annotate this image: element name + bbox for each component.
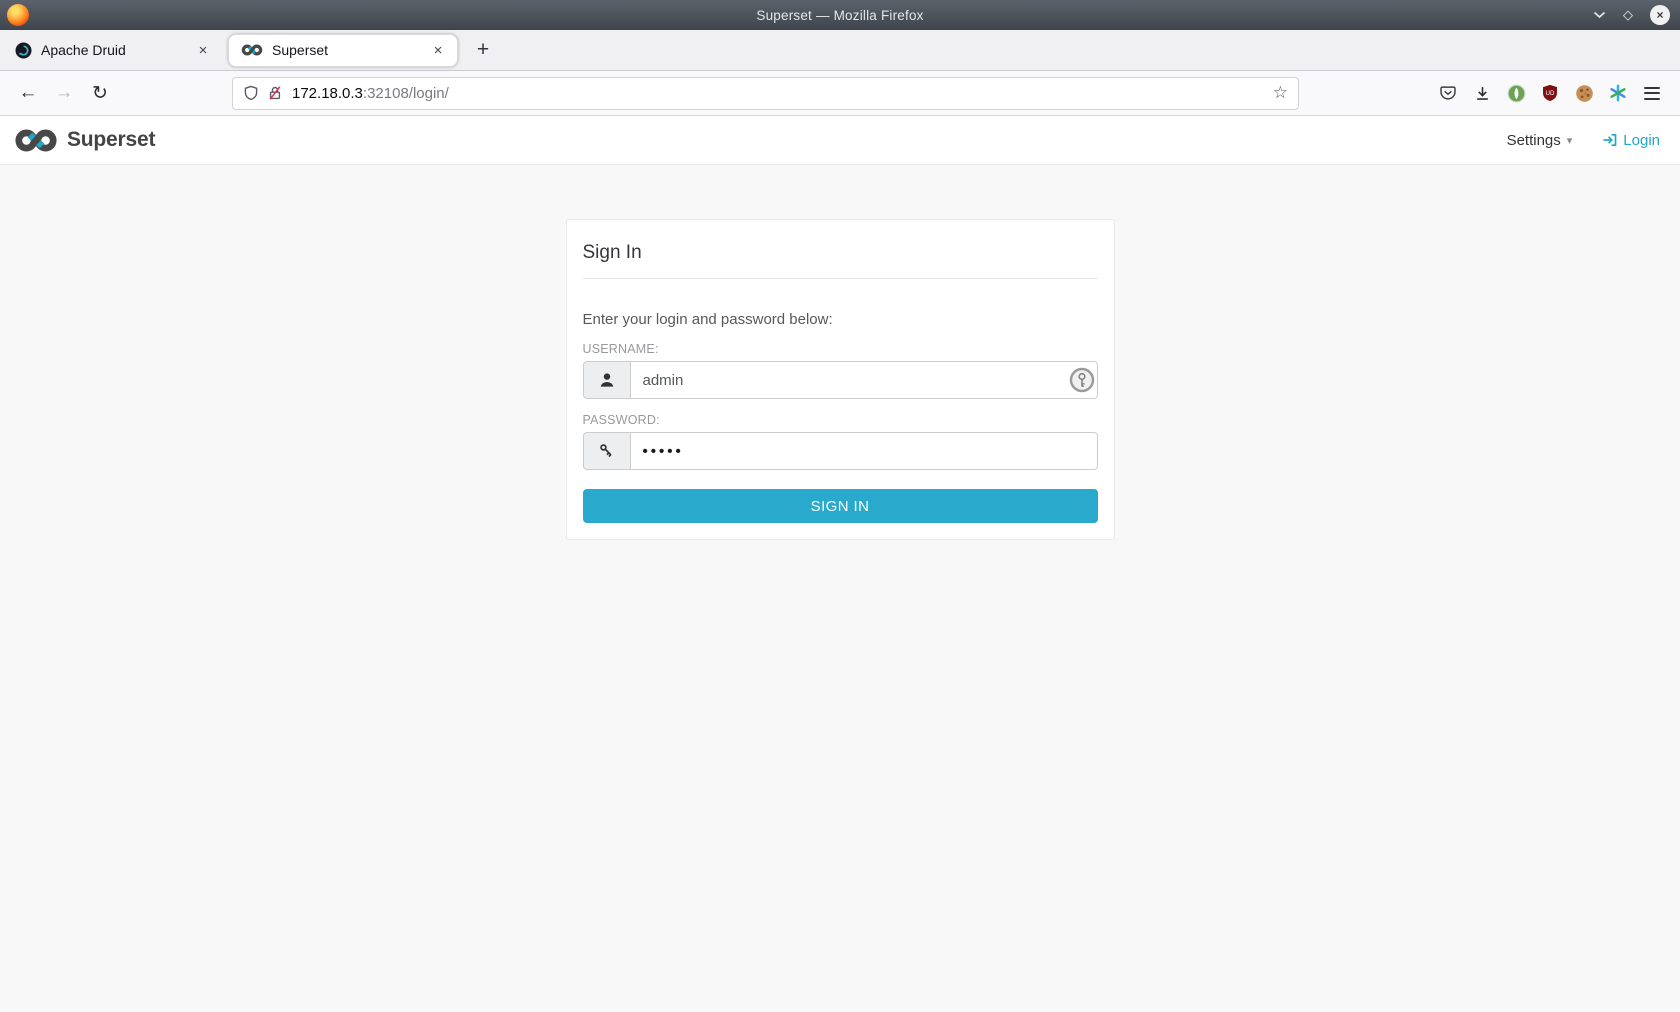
key-icon [599, 444, 612, 458]
sign-in-instruction: Enter your login and password below: [582, 311, 833, 328]
url-path: :32108/login/ [362, 84, 449, 102]
minimize-icon[interactable] [1593, 11, 1606, 19]
settings-label: Settings [1506, 131, 1561, 149]
extension-toolbar: UD [1436, 81, 1664, 105]
sign-in-button[interactable]: SIGN IN [582, 489, 1098, 523]
password-group [582, 432, 1098, 470]
insecure-connection-lock-icon[interactable] [267, 85, 283, 101]
download-icon[interactable] [1470, 81, 1494, 105]
header-menu: Settings ▾ Login [1507, 132, 1666, 149]
login-label: Login [1623, 131, 1660, 149]
username-group [582, 361, 1098, 399]
shield-badge-text: UD [1546, 90, 1555, 97]
chevron-down-icon: ▾ [1566, 134, 1573, 147]
tab-superset[interactable]: Superset × [228, 33, 458, 67]
password-manager-icon[interactable] [1069, 367, 1095, 393]
druid-favicon-icon [15, 42, 32, 58]
username-label: USERNAME: [582, 342, 659, 356]
pocket-save-icon[interactable] [1436, 81, 1460, 105]
url-host: 172.18.0.3 [292, 84, 363, 102]
brand-name: Superset [67, 128, 156, 151]
bookmark-star-icon[interactable]: ☆ [1273, 83, 1288, 103]
tab-label: Apache Druid [41, 42, 126, 58]
superset-logo-icon [15, 129, 57, 151]
forward-icon: → [54, 82, 74, 103]
firefox-window: Superset — Mozilla Firefox ◇ × Apache Dr… [0, 0, 1680, 1012]
superset-header: Superset Settings ▾ Login [0, 116, 1680, 165]
page-content: Sign In Enter your login and password be… [0, 219, 1680, 1012]
sign-in-card: Sign In Enter your login and password be… [565, 219, 1115, 540]
url-bar[interactable]: 172.18.0.3:32108/login/ ☆ [232, 76, 1299, 110]
login-icon [1603, 133, 1617, 147]
reload-icon[interactable]: ↻ [84, 77, 116, 109]
superset-brand[interactable]: Superset [14, 127, 155, 154]
ublock-shield-icon[interactable]: UD [1538, 81, 1562, 105]
menu-hamburger-icon[interactable] [1640, 81, 1664, 105]
url-text[interactable]: 172.18.0.3:32108/login/ [292, 85, 449, 102]
password-input[interactable] [630, 432, 1098, 470]
password-addon [582, 432, 631, 470]
tab-bar: Apache Druid × Superset × + [0, 30, 1680, 71]
settings-menu[interactable]: Settings ▾ [1507, 132, 1573, 149]
tracking-protection-shield-icon[interactable] [243, 85, 259, 101]
username-input[interactable] [630, 361, 1098, 399]
cookie-extension-icon[interactable] [1572, 81, 1596, 105]
colorful-asterisk-extension-icon[interactable] [1606, 81, 1630, 105]
tab-label: Superset [272, 42, 329, 58]
user-icon [600, 373, 613, 387]
window-title: Superset — Mozilla Firefox [756, 7, 924, 23]
window-controls: ◇ × [1593, 0, 1670, 30]
back-icon[interactable]: ← [12, 77, 44, 109]
superset-favicon-icon [241, 44, 263, 56]
tab-apache-druid[interactable]: Apache Druid × [3, 34, 222, 67]
username-addon [582, 361, 631, 399]
sign-in-title: Sign In [582, 235, 1098, 279]
new-tab-icon[interactable]: + [468, 35, 498, 65]
firefox-icon [7, 4, 29, 26]
close-window-icon[interactable]: × [1650, 5, 1670, 25]
maximize-icon[interactable]: ◇ [1623, 7, 1633, 23]
close-tab-icon[interactable]: × [192, 39, 214, 61]
close-tab-icon[interactable]: × [427, 39, 449, 61]
navigation-toolbar: ← → ↻ 172.18.0.3:32108/login/ ☆ UD [0, 71, 1680, 116]
window-titlebar: Superset — Mozilla Firefox ◇ × [0, 0, 1680, 30]
header-login-link[interactable]: Login [1602, 132, 1660, 149]
password-label: PASSWORD: [582, 413, 660, 427]
extension-green-icon[interactable] [1504, 81, 1528, 105]
